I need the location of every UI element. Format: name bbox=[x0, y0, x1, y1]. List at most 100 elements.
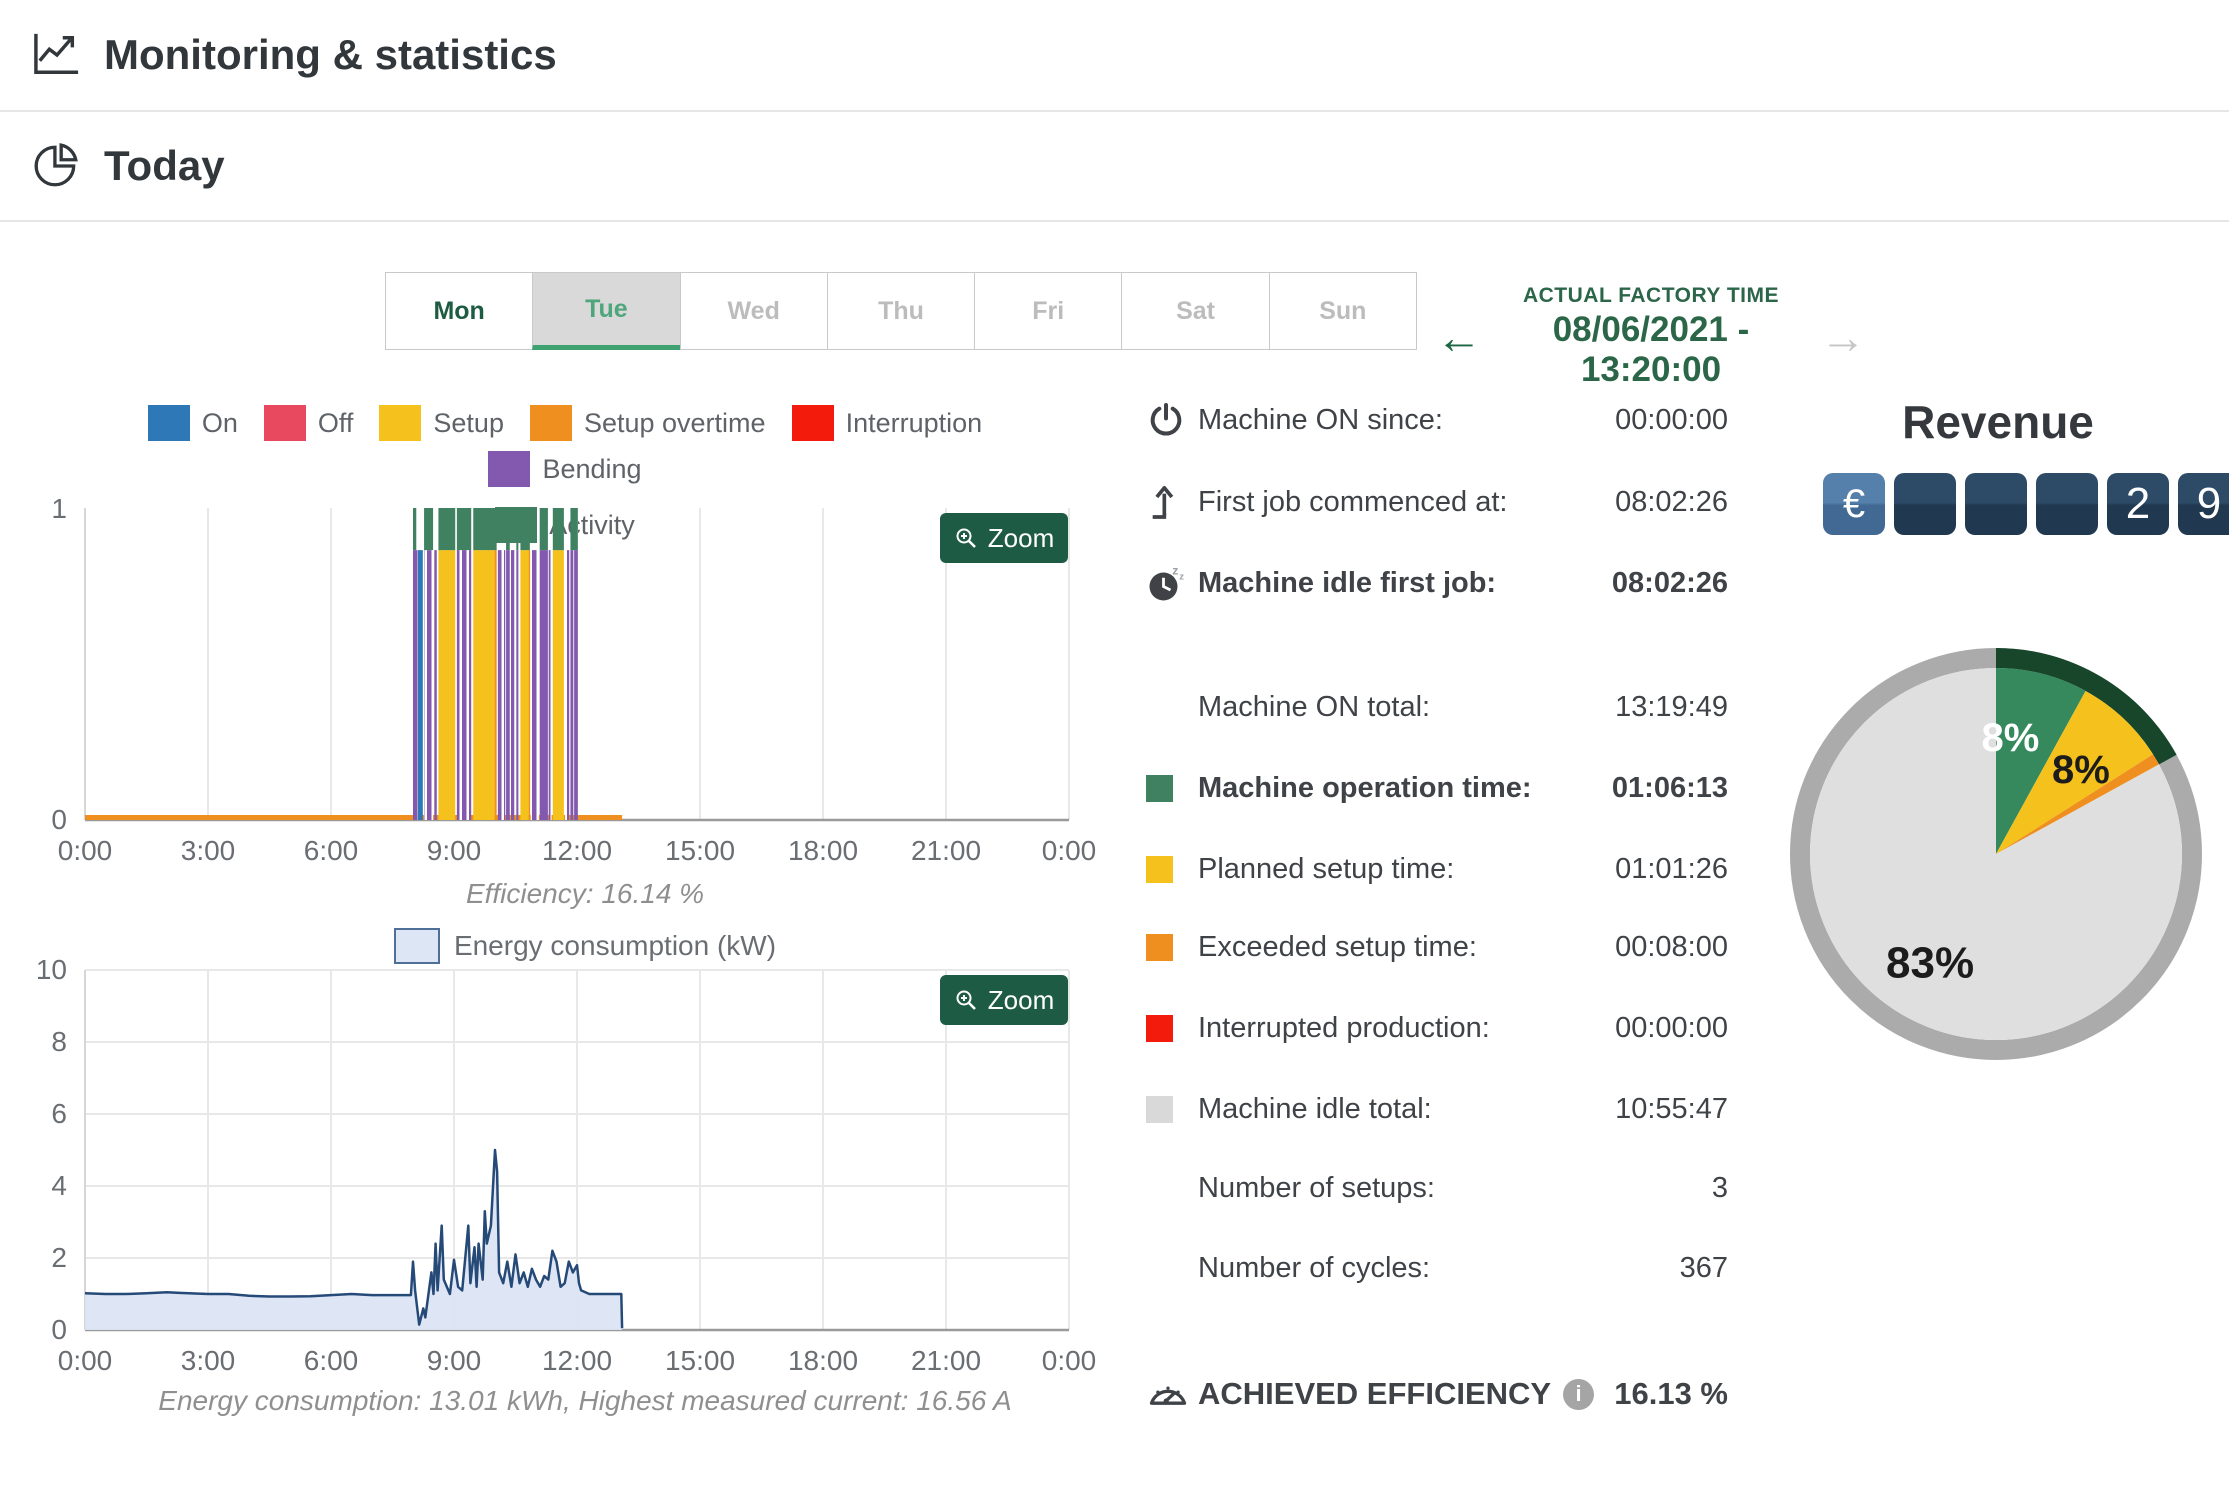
achieved-efficiency-value: 16.13 % bbox=[1614, 1376, 1728, 1411]
page-title: Monitoring & statistics bbox=[104, 31, 557, 78]
legend-swatch bbox=[529, 405, 572, 441]
stat-row: Interrupted production: 00:00:00 bbox=[1146, 1004, 1728, 1052]
energy-zoom-button[interactable]: Zoom bbox=[940, 975, 1068, 1025]
svg-text:15:00: 15:00 bbox=[665, 835, 735, 866]
tab-day-wed[interactable]: Wed bbox=[679, 272, 828, 350]
tab-day-sun[interactable]: Sun bbox=[1268, 272, 1417, 350]
svg-text:z: z bbox=[1179, 572, 1184, 583]
info-icon[interactable]: i bbox=[1563, 1378, 1595, 1410]
stat-swatch-setup_overtime bbox=[1146, 933, 1173, 961]
stat-row: First job commenced at: 08:02:26 bbox=[1146, 478, 1728, 526]
stat-label: Number of cycles: bbox=[1198, 1251, 1431, 1284]
timeline-zoom-button[interactable]: Zoom bbox=[940, 513, 1068, 563]
tab-day-tue[interactable]: Tue bbox=[532, 272, 681, 350]
day-tabs: Mon Tue Wed Thu Fri Sat Sun bbox=[385, 272, 1417, 350]
svg-text:12:00: 12:00 bbox=[542, 835, 612, 866]
svg-text:z: z bbox=[1172, 563, 1178, 577]
tab-day-thu[interactable]: Thu bbox=[826, 272, 976, 350]
legend-item-on: On bbox=[147, 405, 238, 441]
stat-value: 3 bbox=[1711, 1171, 1728, 1204]
stat-value: 367 bbox=[1679, 1251, 1728, 1284]
svg-text:18:00: 18:00 bbox=[788, 1345, 858, 1376]
stat-row: Number of cycles: 367 bbox=[1146, 1244, 1728, 1292]
revenue-digit-tile: 9 bbox=[2178, 473, 2229, 535]
stat-row: z z Machine idle first job: 08:02:26 bbox=[1146, 559, 1728, 607]
svg-text:10: 10 bbox=[36, 958, 67, 985]
legend-label: Setup bbox=[433, 407, 504, 438]
legend-item-bending: Bending bbox=[488, 451, 642, 487]
stat-row: Machine ON since: 00:00:00 bbox=[1146, 396, 1728, 444]
efficiency-caption: Efficiency: 16.14 % bbox=[465, 878, 705, 909]
stat-value: 01:01:26 bbox=[1615, 852, 1728, 885]
tab-day-mon[interactable]: Mon bbox=[385, 272, 534, 350]
stat-value: 08:02:26 bbox=[1611, 566, 1728, 599]
revenue-digit-tile bbox=[2036, 473, 2098, 535]
legend-item-interruption: Interruption bbox=[791, 405, 983, 441]
revenue-title: Revenue bbox=[1902, 396, 2094, 448]
stat-label: First job commenced at: bbox=[1198, 485, 1508, 518]
app-header: Monitoring & statistics bbox=[0, 0, 2229, 112]
svg-text:3:00: 3:00 bbox=[181, 1345, 236, 1376]
stat-label: Interrupted production: bbox=[1198, 1011, 1490, 1044]
svg-text:0:00: 0:00 bbox=[1042, 835, 1097, 866]
legend-swatch bbox=[791, 405, 834, 441]
pie-slice-label: 8% bbox=[2052, 748, 2110, 792]
stat-row: Planned setup time: 01:01:26 bbox=[1146, 845, 1728, 893]
svg-text:0: 0 bbox=[51, 1314, 67, 1345]
stat-row: Machine ON total: 13:19:49 bbox=[1146, 683, 1728, 731]
stat-value: 01:06:13 bbox=[1611, 771, 1728, 804]
stat-value: 08:02:26 bbox=[1615, 485, 1728, 518]
legend-swatch bbox=[488, 451, 531, 487]
idle-clock-icon: zz bbox=[1146, 562, 1198, 604]
stat-value: 00:08:00 bbox=[1615, 930, 1728, 963]
stat-row: Machine operation time: 01:06:13 bbox=[1146, 764, 1728, 812]
svg-text:18:00: 18:00 bbox=[788, 835, 858, 866]
magnifier-plus-icon bbox=[956, 990, 976, 1010]
revenue-digit-tile: 2 bbox=[2107, 473, 2169, 535]
stat-label: Machine ON total: bbox=[1198, 690, 1431, 723]
tab-day-fri[interactable]: Fri bbox=[974, 272, 1123, 350]
svg-text:6:00: 6:00 bbox=[304, 1345, 359, 1376]
svg-text:8: 8 bbox=[51, 1026, 67, 1057]
revenue-counter: €298 bbox=[1823, 473, 2229, 535]
stat-value: 00:00:00 bbox=[1615, 403, 1728, 436]
svg-text:21:00: 21:00 bbox=[911, 1345, 981, 1376]
pie-chart-icon bbox=[34, 143, 78, 187]
factory-time-label: ACTUAL FACTORY TIME bbox=[1522, 284, 1780, 307]
svg-text:9:00: 9:00 bbox=[427, 835, 482, 866]
factory-time: ACTUAL FACTORY TIME 08/06/2021 - 13:20:0… bbox=[1482, 284, 1820, 390]
stat-value: 13:19:49 bbox=[1615, 690, 1728, 723]
revenue-digit-tile bbox=[1894, 473, 1956, 535]
legend-label: Bending bbox=[542, 453, 642, 484]
first-job-icon bbox=[1146, 482, 1198, 522]
stat-label: Machine idle total: bbox=[1198, 1092, 1432, 1125]
legend-item-off: Off bbox=[263, 405, 354, 441]
stat-label: Exceeded setup time: bbox=[1198, 930, 1477, 963]
svg-text:4: 4 bbox=[51, 1170, 67, 1201]
svg-text:0:00: 0:00 bbox=[1042, 1345, 1097, 1376]
pie-slice-label: 83% bbox=[1886, 939, 1974, 988]
legend-label: Interruption bbox=[845, 407, 983, 438]
next-day-arrow[interactable]: → bbox=[1820, 307, 1866, 367]
energy-caption: Energy consumption: 13.01 kWh, Highest m… bbox=[158, 1385, 1012, 1416]
legend-label: Off bbox=[317, 407, 354, 438]
svg-text:2: 2 bbox=[51, 1242, 67, 1273]
factory-time-value: 08/06/2021 - 13:20:00 bbox=[1552, 310, 1750, 389]
monitoring-dashboard: { "header": { "title": "Monitoring & sta… bbox=[0, 0, 2229, 1505]
stat-swatch-interruption bbox=[1146, 1014, 1173, 1042]
svg-text:9:00: 9:00 bbox=[427, 1345, 482, 1376]
tab-day-sat[interactable]: Sat bbox=[1121, 272, 1270, 350]
stat-label: Planned setup time: bbox=[1198, 852, 1455, 885]
zoom-button-label: Zoom bbox=[987, 984, 1055, 1015]
stat-label: Machine operation time: bbox=[1198, 771, 1532, 804]
svg-text:1: 1 bbox=[51, 498, 67, 524]
stat-label: Machine idle first job: bbox=[1198, 566, 1497, 599]
stat-swatch-activity bbox=[1146, 774, 1173, 802]
stat-row: Number of setups: 3 bbox=[1146, 1164, 1728, 1212]
svg-text:6:00: 6:00 bbox=[304, 835, 359, 866]
achieved-efficiency-row: ACHIEVED EFFICIENCY i 16.13 % bbox=[1146, 1370, 1728, 1418]
stat-row: Exceeded setup time: 00:08:00 bbox=[1146, 923, 1728, 971]
achieved-efficiency-label: ACHIEVED EFFICIENCY bbox=[1198, 1376, 1552, 1411]
pie-slice-label: 8% bbox=[1981, 716, 2039, 760]
previous-day-arrow[interactable]: ← bbox=[1436, 307, 1482, 367]
